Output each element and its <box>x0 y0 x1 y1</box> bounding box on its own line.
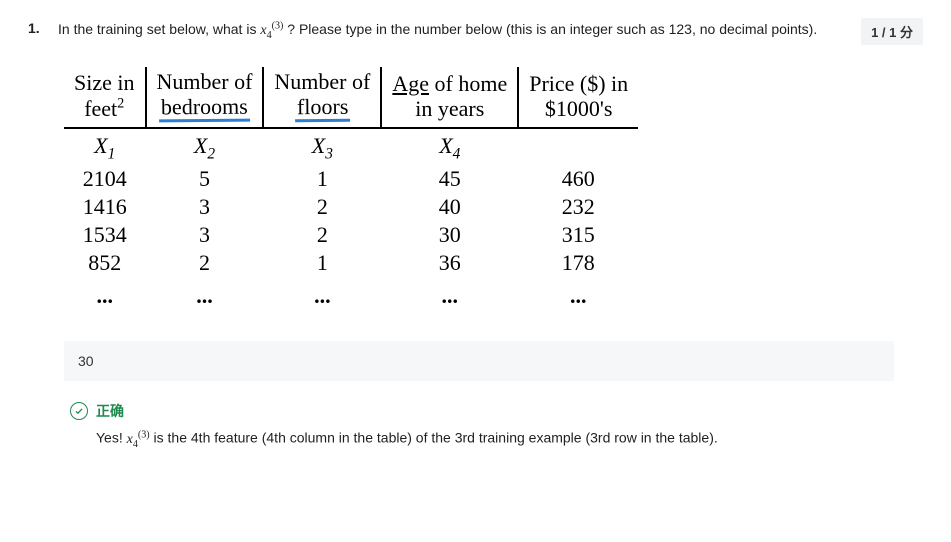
question-math: x4(3) <box>260 23 283 38</box>
feedback-text: Yes! x4(3) is the 4th feature (4th colum… <box>96 427 888 452</box>
col-age-l1: Age of home <box>392 71 507 96</box>
question-row: 1. In the training set below, what is x4… <box>28 18 923 45</box>
col-price-l1: Price ($) in <box>529 71 628 96</box>
dots-row: ... ... ... ... ... <box>64 277 638 319</box>
cell: 2 <box>263 221 381 249</box>
cell: 1 <box>263 249 381 277</box>
col-age-l2: in years <box>415 96 484 121</box>
feedback-block: 正确 Yes! x4(3) is the 4th feature (4th co… <box>64 395 894 458</box>
cell: 45 <box>381 165 518 193</box>
col-bed-l2: bedrooms <box>159 94 250 123</box>
header-row: Size in feet2 Number of bedrooms Number … <box>64 67 638 128</box>
feature-row: X1 X2 X3 X4 <box>64 128 638 165</box>
col-floor-l1: Number of <box>274 69 370 94</box>
table-row: 1416 3 2 40 232 <box>64 193 638 221</box>
cell: 1534 <box>64 221 146 249</box>
feedback-pre: Yes! <box>96 430 127 446</box>
cell: 30 <box>381 221 518 249</box>
feat-x1: X1 <box>64 128 146 165</box>
feedback-post: is the 4th feature (4th column in the ta… <box>154 430 718 446</box>
col-bedrooms: Number of bedrooms <box>146 67 264 128</box>
question-number: 1. <box>28 18 46 36</box>
feat-x5 <box>518 128 638 165</box>
training-table: Size in feet2 Number of bedrooms Number … <box>64 67 923 319</box>
col-size-l2: feet2 <box>84 96 124 121</box>
dots: ... <box>64 277 146 319</box>
col-bed-l1: Number of <box>157 69 253 94</box>
cell: 315 <box>518 221 638 249</box>
question-text-post: ? Please type in the number below (this … <box>287 21 817 37</box>
feat-x2: X2 <box>146 128 264 165</box>
cell: 852 <box>64 249 146 277</box>
dots: ... <box>381 277 518 319</box>
check-circle-icon <box>70 402 88 420</box>
cell: 2 <box>146 249 264 277</box>
feedback-math: x4(3) <box>127 432 150 447</box>
col-price-l2: $1000's <box>545 96 613 121</box>
feedback-header: 正确 <box>70 401 888 421</box>
dots: ... <box>146 277 264 319</box>
cell: 5 <box>146 165 264 193</box>
cell: 2104 <box>64 165 146 193</box>
table-row: 1534 3 2 30 315 <box>64 221 638 249</box>
dots: ... <box>518 277 638 319</box>
col-size: Size in feet2 <box>64 67 146 128</box>
cell: 3 <box>146 193 264 221</box>
cell: 2 <box>263 193 381 221</box>
col-price: Price ($) in $1000's <box>518 67 638 128</box>
cell: 178 <box>518 249 638 277</box>
cell: 40 <box>381 193 518 221</box>
question-text: In the training set below, what is x4(3)… <box>58 18 837 44</box>
feedback-label: 正确 <box>96 401 124 421</box>
cell: 1416 <box>64 193 146 221</box>
col-floors: Number of floors <box>263 67 381 128</box>
cell: 232 <box>518 193 638 221</box>
answer-input[interactable]: 30 <box>64 341 894 381</box>
data-table: Size in feet2 Number of bedrooms Number … <box>64 67 638 319</box>
score-badge: 1 / 1 分 <box>861 18 923 45</box>
cell: 1 <box>263 165 381 193</box>
question-text-pre: In the training set below, what is <box>58 21 260 37</box>
dots: ... <box>263 277 381 319</box>
table-row: 852 2 1 36 178 <box>64 249 638 277</box>
feat-x4: X4 <box>381 128 518 165</box>
feat-x3: X3 <box>263 128 381 165</box>
col-floor-l2: floors <box>295 94 351 123</box>
col-size-l1: Size in <box>74 70 135 95</box>
cell: 460 <box>518 165 638 193</box>
cell: 36 <box>381 249 518 277</box>
col-age: Age of home in years <box>381 67 518 128</box>
cell: 3 <box>146 221 264 249</box>
table-row: 2104 5 1 45 460 <box>64 165 638 193</box>
